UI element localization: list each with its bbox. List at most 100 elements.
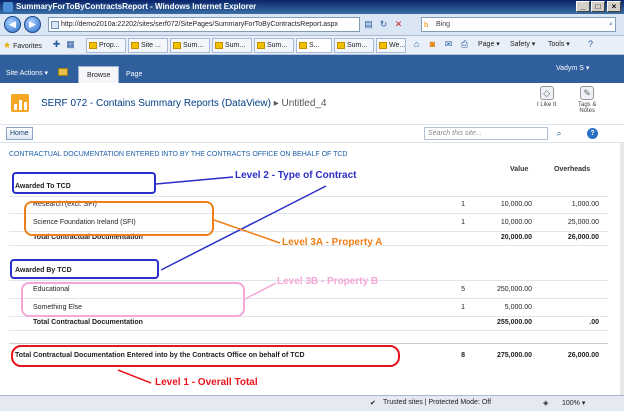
sharepoint-ribbon: Site Actions ▾ Browse Page Vadym S ▾	[0, 55, 624, 83]
tab-5-active[interactable]: S...	[296, 38, 332, 53]
window-title: SummaryForToByContractsReport - Windows …	[16, 2, 257, 11]
row-value: 250,000.00	[496, 286, 532, 293]
row-value: 10,000.00	[500, 219, 532, 226]
bing-icon: b	[424, 22, 429, 29]
protected-mode-icon: ◈	[543, 400, 549, 407]
quick-tabs-icon[interactable]: ▦	[64, 38, 77, 51]
tab-icon	[337, 42, 345, 49]
zone-status[interactable]: Trusted sites | Protected Mode: Off	[383, 399, 491, 406]
annotation-box-level1	[11, 345, 400, 367]
add-favorites-icon[interactable]: ✚	[50, 38, 63, 51]
site-search-input[interactable]: Search this site...	[424, 127, 548, 140]
compatibility-icon[interactable]: ▤	[362, 18, 375, 31]
tab-icon	[299, 42, 307, 49]
group-total-label: Total Contractual Documentation	[33, 319, 143, 326]
tags-notes-button[interactable]: ✎ Tags & Notes	[578, 86, 596, 114]
page-menu[interactable]: Page ▾	[478, 40, 500, 48]
top-nav: Home Search this site... ⌕ ?	[0, 125, 624, 143]
search-go-icon[interactable]: ⌕	[553, 127, 565, 139]
row-value: 10,000.00	[500, 201, 532, 208]
feeds-icon[interactable]: ◙	[426, 38, 439, 51]
search-engine-name: Bing	[436, 21, 451, 28]
forward-button[interactable]: ▶	[24, 16, 41, 33]
refresh-icon[interactable]: ↻	[377, 18, 390, 31]
tab-icon	[257, 42, 265, 49]
site-actions-menu[interactable]: Site Actions ▾	[6, 69, 48, 77]
group-total-overheads: 26,000.00	[567, 234, 599, 241]
tab-6[interactable]: Sum...	[334, 38, 374, 53]
favorites-button[interactable]: ★ Favorites	[3, 40, 42, 51]
grand-total-count: 8	[461, 352, 465, 359]
address-row: ◀ ▶ http://demo2010a:22202/sites/serf072…	[0, 14, 624, 36]
navigate-up-icon[interactable]	[58, 68, 68, 76]
column-header-overheads: Overheads	[554, 166, 591, 173]
row-overheads: 25,000.00	[567, 219, 599, 226]
tab-icon	[215, 42, 223, 49]
annotation-box-level3b	[21, 282, 245, 317]
group-total-value: 255,000.00	[496, 319, 532, 326]
zoom-level[interactable]: 100% ▾	[562, 399, 585, 407]
trusted-sites-icon: ✔	[370, 400, 376, 407]
grand-total-overheads: 26,000.00	[567, 352, 599, 359]
tab-icon	[379, 42, 387, 49]
tools-menu[interactable]: Tools ▾	[548, 40, 570, 48]
tab-browse[interactable]: Browse	[78, 66, 120, 83]
tags-notes-icon: ✎	[580, 86, 595, 100]
user-menu[interactable]: Vadym S ▾	[556, 64, 589, 72]
ie-icon	[3, 2, 13, 12]
favorites-bar: ★ Favorites ✚ ▦ Prop... Site ... Sum... S…	[0, 36, 624, 55]
address-url: http://demo2010a:22202/sites/serf072/Sit…	[61, 21, 339, 28]
back-button[interactable]: ◀	[4, 16, 21, 33]
print-icon[interactable]: ⎙	[458, 38, 471, 51]
page-title: SERF 072 - Contains Summary Reports (Dat…	[41, 98, 327, 109]
like-button[interactable]: ◇ I Like It	[537, 86, 556, 108]
grand-total-value: 275,000.00	[496, 352, 532, 359]
row-value: 5,000.00	[504, 304, 532, 311]
stop-icon[interactable]: ✕	[392, 18, 405, 31]
home-link[interactable]: Home	[6, 127, 33, 140]
search-box[interactable]: b Bing ⌕	[421, 17, 616, 32]
column-header-value: Value	[510, 166, 529, 173]
tab-3[interactable]: Sum...	[212, 38, 252, 53]
group-total-value: 20,000.00	[500, 234, 532, 241]
safety-menu[interactable]: Safety ▾	[510, 40, 535, 48]
address-bar[interactable]: http://demo2010a:22202/sites/serf072/Sit…	[48, 17, 360, 32]
tab-page[interactable]: Page	[118, 66, 150, 83]
tab-1[interactable]: Site ...	[128, 38, 168, 53]
tab-7[interactable]: We...	[376, 38, 406, 53]
tab-0[interactable]: Prop...	[86, 38, 126, 53]
row-count: 1	[461, 219, 465, 226]
read-mail-icon[interactable]: ✉	[442, 38, 455, 51]
window-title-bar: SummaryForToByContractsReport - Windows …	[0, 0, 624, 14]
annotation-label-level3b: Level 3B - Property B	[277, 276, 379, 287]
minimize-button[interactable]: _	[576, 1, 590, 12]
report-heading: CONTRACTUAL DOCUMENTATION ENTERED INTO B…	[9, 151, 348, 158]
annotation-label-level1: Level 1 - Overall Total	[155, 377, 258, 388]
annotation-box-level2-by	[10, 259, 159, 279]
maximize-button[interactable]: □	[591, 1, 605, 12]
annotation-box-level2-to	[12, 172, 156, 194]
search-icon[interactable]: ⌕	[609, 18, 613, 31]
tab-icon	[131, 42, 139, 49]
tab-icon	[173, 42, 181, 49]
row-count: 1	[461, 304, 465, 311]
row-overheads: 1,000.00	[571, 201, 599, 208]
star-icon: ★	[3, 40, 12, 50]
annotation-box-level3a	[24, 201, 214, 236]
tab-icon	[89, 42, 97, 49]
site-title-link[interactable]: SERF 072 - Contains Summary Reports (Dat…	[41, 98, 271, 109]
row-count: 5	[461, 286, 465, 293]
tab-4[interactable]: Sum...	[254, 38, 294, 53]
page-icon	[51, 21, 59, 29]
row-count: 1	[461, 201, 465, 208]
close-button[interactable]: ×	[607, 1, 621, 12]
annotation-label-level3a: Level 3A - Property A	[282, 237, 383, 248]
help-menu-icon[interactable]: ?	[584, 38, 597, 51]
home-icon[interactable]: ⌂	[410, 38, 423, 51]
group-total-overheads: .00	[589, 319, 599, 326]
status-bar: ✔ Trusted sites | Protected Mode: Off ◈ …	[0, 395, 624, 411]
help-icon[interactable]: ?	[587, 128, 598, 139]
annotation-label-level2: Level 2 - Type of Contract	[235, 170, 357, 181]
vertical-scrollbar[interactable]	[620, 143, 624, 395]
tab-2[interactable]: Sum...	[170, 38, 210, 53]
